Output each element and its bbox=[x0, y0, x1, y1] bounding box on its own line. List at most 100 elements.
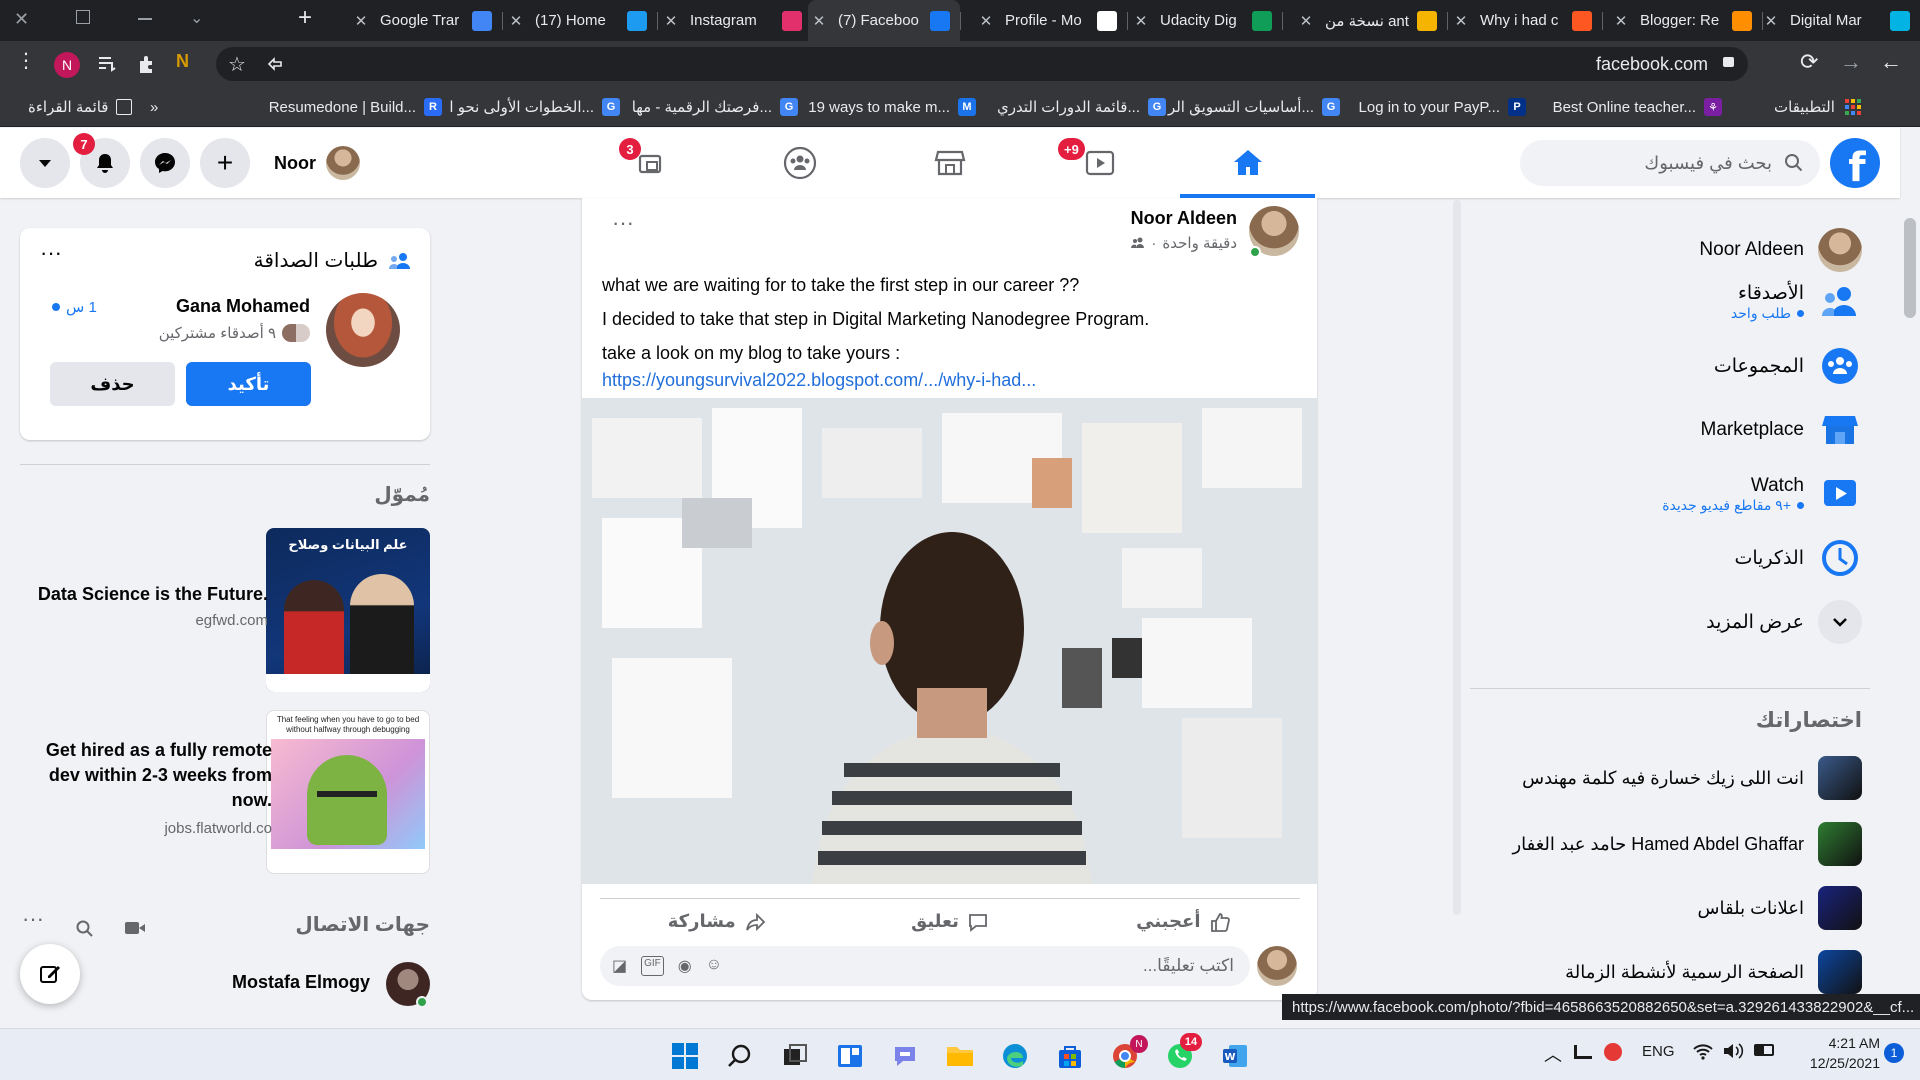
close-tab-icon[interactable]: ✕ bbox=[1130, 12, 1152, 30]
camera-icon[interactable]: ◉ bbox=[678, 956, 692, 976]
close-tab-icon[interactable]: ✕ bbox=[505, 12, 527, 30]
friend-requests-more-icon[interactable]: ··· bbox=[40, 240, 62, 266]
restore-window-icon[interactable] bbox=[76, 10, 90, 24]
reading-list-button[interactable]: قائمة القراءة bbox=[28, 87, 133, 127]
taskbar-search-button[interactable] bbox=[723, 1039, 757, 1073]
facebook-logo[interactable]: f bbox=[1830, 138, 1880, 188]
close-tab-icon[interactable]: ✕ bbox=[808, 12, 830, 30]
new-message-button[interactable] bbox=[20, 944, 80, 1004]
shortcut-item[interactable]: اعلانات بلقاس bbox=[1698, 886, 1862, 930]
tray-chevron-up-icon[interactable]: ︿ bbox=[1544, 1041, 1562, 1067]
close-tab-icon[interactable]: ✕ bbox=[1760, 12, 1782, 30]
task-view-button[interactable] bbox=[778, 1039, 812, 1073]
volume-icon[interactable] bbox=[1722, 1041, 1744, 1061]
tab-twitter[interactable]: ✕ (17) Home bbox=[505, 0, 657, 41]
tab-facebook[interactable]: ✕ (7) Faceboo bbox=[808, 0, 960, 41]
page-scrollbar[interactable] bbox=[1900, 198, 1920, 1028]
messenger-button[interactable] bbox=[140, 138, 190, 188]
ad-item[interactable]: علم البيانات وصلاح Data Science is the F… bbox=[20, 528, 430, 692]
close-tab-icon[interactable]: ✕ bbox=[1610, 12, 1632, 30]
tab-blogger[interactable]: ✕ Blogger: Re bbox=[1610, 0, 1762, 41]
extensions-icon[interactable] bbox=[136, 53, 158, 75]
language-indicator[interactable]: ENG bbox=[1642, 1043, 1675, 1060]
sidebar-item-marketplace[interactable]: Marketplace bbox=[1701, 408, 1863, 452]
close-tab-icon[interactable]: ✕ bbox=[1450, 12, 1472, 30]
apps-button[interactable]: التطبيقات bbox=[1774, 87, 1861, 127]
post-options-icon[interactable]: ··· bbox=[612, 210, 634, 236]
tray-app-icon[interactable] bbox=[1574, 1045, 1592, 1059]
tab-blogger[interactable]: ✕ Why i had c bbox=[1450, 0, 1602, 41]
profile-shortcut[interactable]: Noor bbox=[266, 142, 368, 184]
create-button[interactable]: + bbox=[200, 138, 250, 188]
mutual-friends[interactable]: ٩ أصدقاء مشتركين bbox=[159, 324, 310, 342]
bookmark-item[interactable]: Log in to your PayP... P bbox=[1359, 87, 1526, 127]
bookmark-item[interactable]: Best Online teacher... ⚘ bbox=[1553, 87, 1722, 127]
bookmark-item[interactable]: أساسيات التسويق الر... G bbox=[1168, 87, 1340, 127]
post-photo[interactable] bbox=[582, 398, 1317, 884]
account-menu-button[interactable] bbox=[20, 138, 70, 188]
request-name[interactable]: Gana Mohamed bbox=[176, 296, 310, 317]
close-tab-icon[interactable]: ✕ bbox=[350, 12, 372, 30]
confirm-button[interactable]: تأكيد bbox=[186, 362, 311, 406]
bookmark-item[interactable]: 19 ways to make m... M bbox=[808, 87, 976, 127]
shortcut-item[interactable]: Hamed Abdel Ghaffar حامد عبد الغفار bbox=[1512, 822, 1862, 866]
forward-arrow-icon[interactable]: → bbox=[1840, 49, 1862, 75]
close-window-icon[interactable]: ✕ bbox=[14, 9, 29, 30]
tab-google-translate[interactable]: ✕ Google Trar bbox=[350, 0, 502, 41]
scrollbar-thumb[interactable] bbox=[1904, 218, 1916, 318]
tab-search-chevron-icon[interactable]: ⌄ bbox=[190, 8, 203, 28]
sidebar-item-watch[interactable]: Watch +٩ مقاطع فيديو جديدة bbox=[1662, 472, 1862, 516]
teams-chat-button[interactable] bbox=[888, 1039, 922, 1073]
widgets-button[interactable] bbox=[833, 1039, 867, 1073]
tab-udacity[interactable]: ✕ Digital Mar bbox=[1760, 0, 1920, 41]
delete-button[interactable]: حذف bbox=[50, 362, 175, 406]
tab-slides[interactable]: ✕ نسخة من ant bbox=[1295, 0, 1447, 41]
tab-watch[interactable] bbox=[1032, 128, 1167, 198]
tab-home[interactable] bbox=[1180, 128, 1315, 198]
share-button[interactable]: مشاركة bbox=[600, 899, 833, 944]
sidebar-item-groups[interactable]: المجموعات bbox=[1714, 344, 1862, 388]
gif-icon[interactable]: GIF bbox=[641, 956, 664, 976]
comment-input[interactable]: اكتب تعليقًا... ◪ GIF ◉ ☺ bbox=[600, 946, 1250, 986]
bookmark-item[interactable]: الخطوات الأولى نحو ا... G bbox=[449, 87, 620, 127]
shortcut-item[interactable]: انت اللى زيك خسارة فيه كلمة مهندس bbox=[1522, 756, 1862, 800]
close-tab-icon[interactable]: ✕ bbox=[660, 12, 682, 30]
word-button[interactable]: W bbox=[1218, 1039, 1252, 1073]
tray-alert-icon[interactable] bbox=[1604, 1043, 1622, 1061]
bookmark-item[interactable]: قائمة الدورات التدري... G bbox=[997, 87, 1166, 127]
tab-document[interactable]: ✕ Profile - Mo bbox=[975, 0, 1127, 41]
post-link[interactable]: https://youngsurvival2022.blogspot.com/.… bbox=[602, 370, 1302, 390]
sticker-icon[interactable]: ◪ bbox=[612, 956, 627, 976]
tab-gaming[interactable] bbox=[582, 128, 717, 198]
new-room-video-icon[interactable] bbox=[124, 920, 146, 936]
like-button[interactable]: أعجبني bbox=[1067, 899, 1300, 944]
ad-item[interactable]: That feeling when you have to go to bed … bbox=[20, 710, 430, 874]
close-tab-icon[interactable]: ✕ bbox=[1295, 12, 1317, 30]
clock[interactable]: 4:21 AM 12/25/2021 bbox=[1790, 1033, 1880, 1073]
more-bookmarks-icon[interactable]: » bbox=[150, 87, 158, 127]
battery-icon[interactable] bbox=[1754, 1044, 1774, 1056]
lock-icon[interactable] bbox=[1723, 57, 1734, 67]
tab-groups[interactable] bbox=[732, 128, 867, 198]
back-arrow-icon[interactable]: ← bbox=[1880, 49, 1902, 75]
store-button[interactable] bbox=[1053, 1039, 1087, 1073]
emoji-icon[interactable]: ☺ bbox=[706, 956, 722, 976]
wifi-icon[interactable] bbox=[1692, 1041, 1714, 1061]
tab-marketplace[interactable] bbox=[882, 128, 1017, 198]
close-tab-icon[interactable]: ✕ bbox=[975, 12, 997, 30]
minimize-window-icon[interactable] bbox=[138, 18, 152, 20]
sidebar-profile[interactable]: Noor Aldeen bbox=[1699, 228, 1862, 272]
edge-browser-button[interactable] bbox=[998, 1039, 1032, 1073]
bookmark-item[interactable]: فرصتك الرقمية - مها... G bbox=[632, 87, 798, 127]
contact-item[interactable]: Mostafa Elmogy bbox=[20, 958, 430, 1010]
bookmark-item[interactable]: Resumedone | Build... R bbox=[269, 87, 442, 127]
facebook-search-input[interactable]: بحث في فيسبوك bbox=[1520, 140, 1820, 186]
new-tab-button[interactable]: + bbox=[298, 4, 312, 32]
shortcut-item[interactable]: الصفحة الرسمية لأنشطة الزمالة bbox=[1565, 950, 1862, 994]
reload-icon[interactable]: ⟳ bbox=[1800, 49, 1818, 75]
post-time[interactable]: دقيقة واحدة bbox=[1162, 234, 1237, 252]
request-avatar[interactable] bbox=[326, 293, 400, 367]
tab-sheets[interactable]: ✕ Udacity Dig bbox=[1130, 0, 1282, 41]
sidebar-item-friends[interactable]: الأصدقاء طلب واحد bbox=[1731, 280, 1862, 324]
reading-mode-icon[interactable] bbox=[96, 53, 118, 75]
